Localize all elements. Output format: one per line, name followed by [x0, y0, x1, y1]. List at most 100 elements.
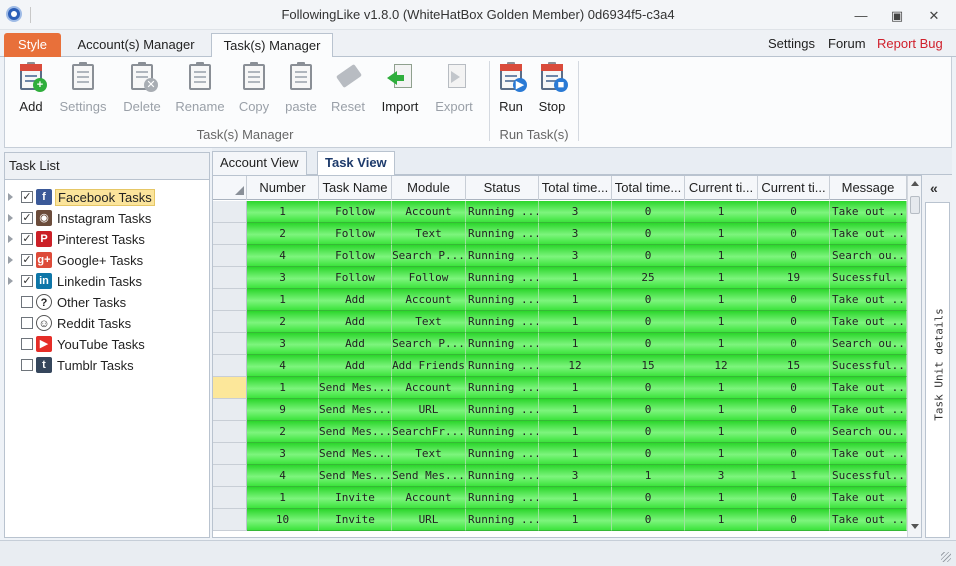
tab-accounts-manager[interactable]: Account(s) Manager	[66, 33, 206, 57]
cell-module[interactable]: URL	[392, 509, 466, 531]
cell-current-time-1[interactable]: 1	[685, 487, 758, 509]
cell-task-name[interactable]: Add	[319, 355, 392, 377]
cell-total-time-1[interactable]: 1	[539, 333, 612, 355]
expand-arrow-icon[interactable]	[8, 193, 13, 201]
cell-module[interactable]: Account	[392, 289, 466, 311]
cell-number[interactable]: 3	[247, 333, 319, 355]
cell-number[interactable]: 9	[247, 399, 319, 421]
table-row[interactable]: 9 Send Mes... URL Running ... 1 0 1 0 Take out .…	[213, 399, 907, 421]
task-list-item[interactable]: ▶ YouTube Tasks	[5, 334, 209, 355]
delete-button[interactable]: ✕ Delete	[117, 61, 167, 114]
copy-button[interactable]: Copy	[229, 61, 279, 114]
table-row[interactable]: 1 Send Mes... Account Running ... 1 0 1 0 Take o…	[213, 377, 907, 399]
cell-module[interactable]: Account	[392, 201, 466, 223]
column-header-total-time-2[interactable]: Total time...	[612, 176, 685, 200]
cell-current-time-1[interactable]: 1	[685, 509, 758, 531]
row-header[interactable]	[213, 223, 247, 245]
tab-tasks-manager[interactable]: Task(s) Manager	[211, 33, 333, 58]
expand-arrow-icon[interactable]	[8, 235, 13, 243]
cell-number[interactable]: 1	[247, 377, 319, 399]
column-header-current-time-1[interactable]: Current ti...	[685, 176, 758, 200]
export-button[interactable]: Export	[429, 61, 479, 114]
cell-status[interactable]: Running ...	[466, 267, 539, 289]
column-header-module[interactable]: Module	[392, 176, 466, 200]
table-row[interactable]: 3 Add Search P... Running ... 1 0 1 0 Search ou.…	[213, 333, 907, 355]
cell-current-time-2[interactable]: 0	[758, 443, 830, 465]
cell-task-name[interactable]: Send Mes...	[319, 465, 392, 487]
settings-button[interactable]: Settings	[58, 61, 108, 114]
cell-module[interactable]: Follow	[392, 267, 466, 289]
cell-total-time-1[interactable]: 3	[539, 465, 612, 487]
cell-total-time-1[interactable]: 1	[539, 509, 612, 531]
cell-current-time-2[interactable]: 0	[758, 289, 830, 311]
cell-module[interactable]: URL	[392, 399, 466, 421]
paste-button[interactable]: paste	[276, 61, 326, 114]
cell-total-time-1[interactable]: 3	[539, 245, 612, 267]
cell-current-time-2[interactable]: 15	[758, 355, 830, 377]
cell-message[interactable]: Take out ...	[830, 443, 907, 465]
cell-total-time-1[interactable]: 3	[539, 223, 612, 245]
cell-message[interactable]: Take out ...	[830, 377, 907, 399]
resize-grip-icon[interactable]	[941, 552, 951, 562]
cell-status[interactable]: Running ...	[466, 465, 539, 487]
cell-number[interactable]: 2	[247, 223, 319, 245]
cell-total-time-2[interactable]: 0	[612, 201, 685, 223]
cell-status[interactable]: Running ...	[466, 289, 539, 311]
style-tab[interactable]: Style	[4, 33, 61, 57]
cell-current-time-1[interactable]: 1	[685, 267, 758, 289]
task-list-item[interactable]: ✓ ◉ Instagram Tasks	[5, 208, 209, 229]
cell-total-time-1[interactable]: 1	[539, 267, 612, 289]
column-header-number[interactable]: Number	[247, 176, 319, 200]
cell-current-time-2[interactable]: 0	[758, 311, 830, 333]
cell-total-time-1[interactable]: 12	[539, 355, 612, 377]
cell-number[interactable]: 3	[247, 443, 319, 465]
cell-total-time-2[interactable]: 0	[612, 443, 685, 465]
cell-total-time-2[interactable]: 0	[612, 509, 685, 531]
cell-status[interactable]: Running ...	[466, 355, 539, 377]
row-header[interactable]	[213, 245, 247, 267]
scroll-up-icon[interactable]	[911, 181, 919, 186]
cell-status[interactable]: Running ...	[466, 509, 539, 531]
cell-task-name[interactable]: Add	[319, 311, 392, 333]
task-checkbox[interactable]: ✓	[21, 254, 33, 266]
cell-message[interactable]: Take out ...	[830, 399, 907, 421]
cell-total-time-1[interactable]: 3	[539, 201, 612, 223]
task-checkbox[interactable]: ✓	[21, 212, 33, 224]
task-list-item[interactable]: ☺ Reddit Tasks	[5, 313, 209, 334]
expand-arrow-icon[interactable]	[8, 277, 13, 285]
cell-status[interactable]: Running ...	[466, 399, 539, 421]
task-list-item[interactable]: ? Other Tasks	[5, 292, 209, 313]
cell-total-time-2[interactable]: 0	[612, 223, 685, 245]
cell-message[interactable]: Sucessful...	[830, 355, 907, 377]
cell-current-time-1[interactable]: 12	[685, 355, 758, 377]
cell-status[interactable]: Running ...	[466, 421, 539, 443]
cell-current-time-2[interactable]: 19	[758, 267, 830, 289]
task-list-item[interactable]: ✓ f Facebook Tasks	[5, 187, 209, 208]
tab-task-view[interactable]: Task View	[317, 151, 395, 176]
forum-link[interactable]: Forum	[828, 36, 866, 51]
cell-number[interactable]: 3	[247, 267, 319, 289]
table-row[interactable]: 2 Follow Text Running ... 3 0 1 0 Take out ...	[213, 223, 907, 245]
grid-corner[interactable]	[213, 176, 247, 200]
task-checkbox[interactable]	[21, 338, 33, 350]
cell-message[interactable]: Sucessful...	[830, 267, 907, 289]
cell-message[interactable]: Search ou...	[830, 421, 907, 443]
cell-task-name[interactable]: Send Mes...	[319, 443, 392, 465]
cell-message[interactable]: Take out ...	[830, 487, 907, 509]
row-header[interactable]	[213, 509, 247, 531]
cell-number[interactable]: 4	[247, 465, 319, 487]
cell-total-time-2[interactable]: 0	[612, 289, 685, 311]
row-header[interactable]	[213, 311, 247, 333]
table-row[interactable]: 4 Add Add Friends Running ... 12 15 12 15 Sucess…	[213, 355, 907, 377]
cell-total-time-1[interactable]: 1	[539, 311, 612, 333]
column-header-status[interactable]: Status	[466, 176, 539, 200]
cell-task-name[interactable]: Add	[319, 333, 392, 355]
stop-button[interactable]: ■ Stop	[527, 61, 577, 114]
cell-status[interactable]: Running ...	[466, 201, 539, 223]
cell-module[interactable]: Add Friends	[392, 355, 466, 377]
cell-task-name[interactable]: Add	[319, 289, 392, 311]
cell-number[interactable]: 2	[247, 311, 319, 333]
cell-module[interactable]: SearchFr...	[392, 421, 466, 443]
table-row[interactable]: 1 Invite Account Running ... 1 0 1 0 Take out ..…	[213, 487, 907, 509]
cell-task-name[interactable]: Follow	[319, 245, 392, 267]
